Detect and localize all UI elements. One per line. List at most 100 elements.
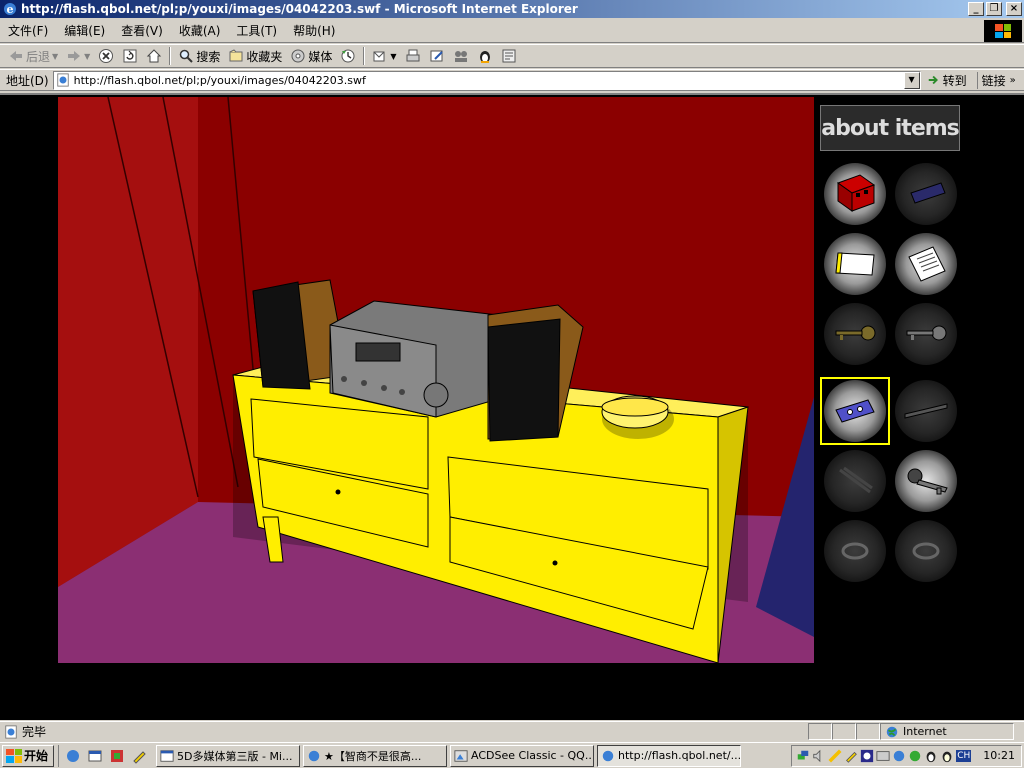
task-iq-page[interactable]: ★【智商不是很高... [303, 744, 448, 767]
red-box-icon [836, 174, 876, 212]
home-button[interactable] [142, 45, 166, 67]
network-icon[interactable] [796, 749, 810, 763]
tray-app-icon[interactable] [860, 749, 874, 763]
menu-edit[interactable]: 编辑(E) [56, 22, 113, 39]
mail-dropdown-icon[interactable]: ▼ [390, 52, 396, 61]
stop-button[interactable] [94, 45, 118, 67]
taskbar: 开始 5D多媒体第三版 - Mi... ★【智商不是很高... ACDSee C… [0, 742, 1024, 768]
toolbar: 后退 ▼ ▼ 搜索 收藏夹 媒体 ▼ [0, 44, 1024, 68]
task-label: 5D多媒体第三版 - Mi... [177, 749, 293, 763]
inventory-slot-cassette[interactable] [824, 380, 886, 442]
favorites-button[interactable]: 收藏夹 [224, 45, 286, 67]
go-button[interactable]: 转到 [921, 72, 973, 89]
room-scene[interactable] [58, 97, 814, 663]
tray-app-icon[interactable] [908, 749, 922, 763]
media-player-icon[interactable] [109, 748, 125, 764]
refresh-button[interactable] [118, 45, 142, 67]
address-input[interactable]: http://flash.qbol.net/pl;p/youxi/images/… [52, 70, 921, 90]
right-speaker[interactable] [487, 318, 561, 442]
stereo-button[interactable] [399, 389, 405, 395]
qq-penguin-icon[interactable] [940, 749, 954, 763]
history-icon [341, 49, 355, 63]
stereo-volume-knob[interactable] [423, 382, 449, 408]
flash-game-viewport: about items [0, 93, 1024, 720]
menu-view[interactable]: 查看(V) [113, 22, 171, 39]
ie-quicklaunch-icon[interactable] [65, 748, 81, 764]
forward-button[interactable]: ▼ [62, 45, 94, 67]
edit-button[interactable] [425, 45, 449, 67]
print-icon [406, 49, 420, 62]
media-button[interactable]: 媒体 [286, 45, 336, 67]
address-bar: 地址(D) http://flash.qbol.net/pl;p/youxi/i… [0, 69, 1024, 91]
address-dropdown-icon[interactable]: ▼ [903, 71, 920, 89]
menu-tools[interactable]: 工具(T) [228, 22, 285, 39]
forward-dropdown-icon[interactable]: ▼ [84, 52, 90, 61]
task-5d-multimedia[interactable]: 5D多媒体第三版 - Mi... [156, 744, 301, 767]
qq-penguin-icon[interactable] [924, 749, 938, 763]
ie-icon [308, 750, 320, 761]
discuss-icon [454, 51, 467, 62]
links-more-button[interactable]: » [1010, 75, 1016, 86]
menu-favorites[interactable]: 收藏(A) [171, 22, 229, 39]
clock[interactable]: 10:21 [983, 749, 1015, 762]
task-flash-page[interactable]: http://flash.qbol.net/... [597, 744, 742, 767]
links-button[interactable]: 链接 [976, 71, 1010, 89]
inventory-slot-note[interactable] [895, 233, 957, 295]
windows-flag-icon [6, 748, 22, 763]
inventory-slot-silver-key-dim[interactable] [895, 303, 957, 365]
tray-app-icon[interactable] [828, 749, 842, 763]
inventory-slot-paper[interactable] [824, 233, 886, 295]
menu-file[interactable]: 文件(F) [0, 22, 56, 39]
stereo-button[interactable] [381, 385, 387, 391]
stick-icon [904, 403, 948, 419]
discuss-button[interactable] [449, 45, 473, 67]
keyhole-left[interactable] [335, 489, 341, 495]
task-acdsee[interactable]: ACDSee Classic - QQ... [450, 744, 595, 767]
inventory-slot-stick-dim[interactable] [895, 380, 957, 442]
inventory-slot-red-box[interactable] [824, 163, 886, 225]
back-button[interactable]: 后退 ▼ [4, 45, 62, 67]
input-language-indicator[interactable]: CH [956, 749, 972, 762]
tray-app-icon[interactable] [844, 749, 858, 763]
inventory-slot-gold-key-dim[interactable] [824, 303, 886, 365]
search-button[interactable]: 搜索 [174, 45, 224, 67]
print-button[interactable] [401, 45, 425, 67]
inventory-panel: about items [815, 95, 1024, 661]
qq-button[interactable] [473, 45, 497, 67]
mail-button[interactable]: ▼ [368, 45, 400, 67]
page-icon [56, 73, 69, 87]
close-button[interactable]: × [1006, 2, 1022, 16]
favorites-icon [229, 49, 243, 62]
stereo-button[interactable] [361, 380, 367, 386]
menu-help[interactable]: 帮助(H) [285, 22, 343, 39]
windows-flag-icon [995, 24, 1011, 38]
about-items-button[interactable]: about items [820, 105, 960, 151]
go-label: 转到 [942, 73, 967, 88]
show-desktop-icon[interactable] [87, 748, 103, 764]
inventory-slot-pliers-dim[interactable] [824, 450, 886, 512]
history-button[interactable] [336, 45, 360, 67]
minimize-button[interactable]: _ [968, 2, 984, 16]
keyhole-right[interactable] [552, 560, 558, 566]
svg-text:e: e [7, 3, 14, 16]
status-cell [856, 723, 880, 740]
page-done-icon [5, 724, 17, 739]
inventory-slot-cassette-dim[interactable] [895, 163, 957, 225]
tray-app-icon[interactable] [892, 749, 906, 763]
pencil-icon[interactable] [131, 748, 147, 764]
window-icon [160, 749, 174, 762]
volume-icon[interactable] [812, 749, 826, 763]
windows-logo [984, 20, 1022, 42]
stereo-button[interactable] [341, 376, 347, 382]
back-dropdown-icon[interactable]: ▼ [52, 52, 58, 61]
start-button[interactable]: 开始 [2, 744, 55, 767]
inventory-slot-ring-dim[interactable] [824, 520, 886, 582]
ie-icon [602, 750, 614, 761]
restore-button[interactable]: ❐ [986, 2, 1002, 16]
window-title: http://flash.qbol.net/pl;p/youxi/images/… [21, 2, 578, 16]
tray-app-icon[interactable] [876, 749, 890, 763]
messenger-button[interactable] [497, 45, 521, 67]
paper-icon [835, 252, 875, 276]
inventory-slot-ring-dim-2[interactable] [895, 520, 957, 582]
inventory-slot-key[interactable] [895, 450, 957, 512]
